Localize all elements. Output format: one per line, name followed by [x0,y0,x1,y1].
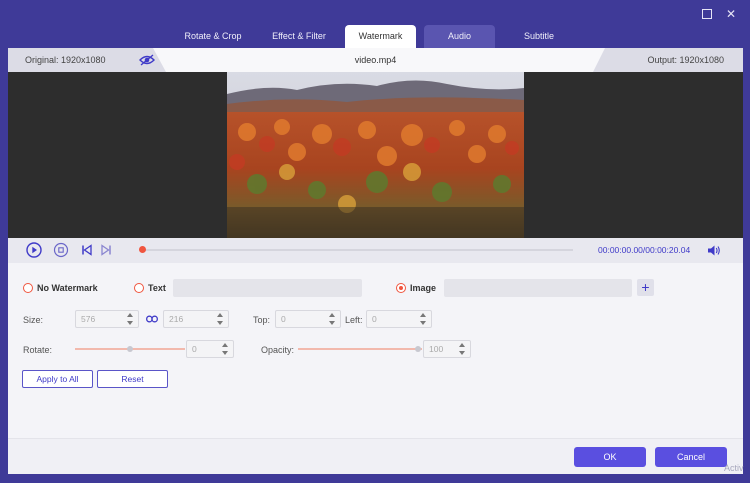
volume-icon[interactable] [707,244,721,257]
output-resolution: Output: 1920x1080 [647,55,724,65]
image-watermark-label[interactable]: Image [410,283,436,293]
no-watermark-label[interactable]: No Watermark [37,283,98,293]
size-label: Size: [23,315,44,325]
tab-audio[interactable]: Audio [424,25,495,48]
stepper-arrows-icon[interactable] [217,312,225,326]
link-icon[interactable] [146,315,158,323]
opacity-stepper[interactable]: 100 [423,340,471,358]
previous-frame-icon[interactable] [79,242,95,258]
video-preview [8,72,743,238]
maximize-button[interactable] [701,8,713,20]
tab-subtitle[interactable]: Subtitle [503,25,575,48]
top-value: 0 [281,314,286,324]
image-path-input[interactable] [444,279,632,297]
width-stepper[interactable]: 576 [75,310,139,328]
current-time: 00:00:00.00 [598,245,643,255]
rotate-stepper[interactable]: 0 [186,340,234,358]
left-stepper[interactable]: 0 [366,310,432,328]
stepper-arrows-icon[interactable] [329,312,337,326]
editor-panel: video.mp4 Original: 1920x1080 Output: 19… [8,48,743,474]
rotate-value: 0 [192,344,197,354]
cancel-button[interactable]: Cancel [655,447,727,467]
rotate-slider-handle[interactable] [127,346,133,352]
close-icon: ✕ [725,7,737,21]
text-watermark-label[interactable]: Text [148,283,166,293]
top-stepper[interactable]: 0 [275,310,341,328]
height-stepper[interactable]: 216 [163,310,229,328]
maximize-icon [702,9,712,19]
total-time: /00:00:20.04 [642,245,691,255]
text-watermark-input[interactable] [173,279,362,297]
dialog-footer: OK Cancel [8,438,743,474]
playback-controls: 00:00:00.00/00:00:20.04 [8,238,743,263]
stepper-arrows-icon[interactable] [420,312,428,326]
tab-bar: Rotate & Crop Effect & Filter Watermark … [0,25,750,48]
text-watermark-radio[interactable] [134,283,144,293]
left-value: 0 [372,314,377,324]
stepper-arrows-icon[interactable] [222,342,230,356]
play-icon[interactable] [26,242,42,258]
seek-handle[interactable] [139,246,146,253]
seek-bar[interactable] [141,249,573,251]
no-watermark-radio[interactable] [23,283,33,293]
tab-effect-filter[interactable]: Effect & Filter [258,25,340,48]
stop-icon[interactable] [53,242,69,258]
time-display: 00:00:00.00/00:00:20.04 [598,238,690,263]
opacity-label: Opacity: [261,345,295,355]
height-value: 216 [169,314,184,324]
left-label: Left: [345,315,363,325]
opacity-slider-handle[interactable] [415,346,421,352]
opacity-value: 100 [429,344,444,354]
stepper-arrows-icon[interactable] [459,342,467,356]
original-resolution: Original: 1920x1080 [25,55,106,65]
ok-button[interactable]: OK [574,447,646,467]
tab-rotate-crop[interactable]: Rotate & Crop [170,25,256,48]
tab-watermark[interactable]: Watermark [345,25,416,48]
opacity-slider[interactable] [298,348,422,350]
reset-button[interactable]: Reset [97,370,168,388]
next-frame-icon[interactable] [98,242,114,258]
image-watermark-radio[interactable] [396,283,406,293]
activation-watermark: Activ [724,463,744,473]
video-frame [227,72,524,238]
add-image-button[interactable]: + [637,279,654,296]
eye-icon[interactable] [139,54,155,66]
rotate-label: Rotate: [23,345,53,355]
apply-to-all-button[interactable]: Apply to All [22,370,93,388]
top-label: Top: [253,315,271,325]
info-bar: video.mp4 Original: 1920x1080 Output: 19… [8,48,743,72]
stepper-arrows-icon[interactable] [127,312,135,326]
close-button[interactable]: ✕ [725,8,737,20]
width-value: 576 [81,314,96,324]
plus-icon: + [641,279,650,295]
